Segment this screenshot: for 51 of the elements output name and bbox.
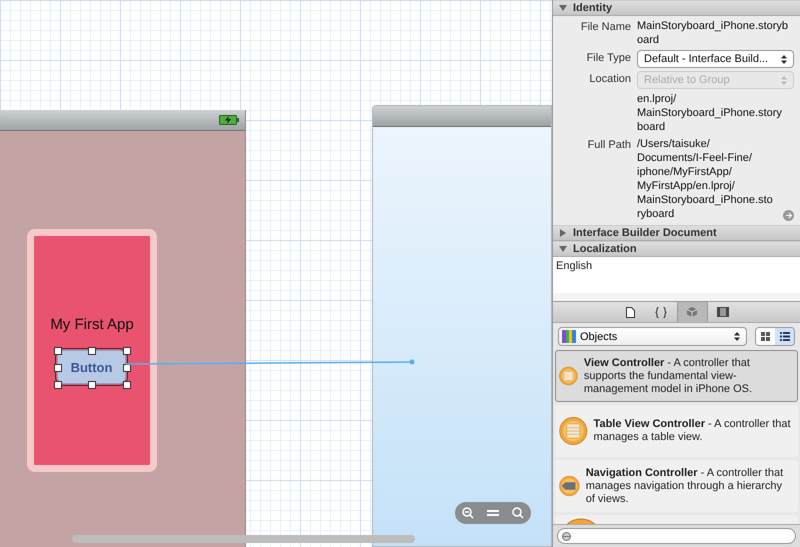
section-header[interactable]: Interface Builder Document: [553, 225, 800, 241]
filter-icon: [562, 532, 571, 540]
resize-handle[interactable]: [123, 381, 131, 389]
section-header[interactable]: Localization: [553, 241, 800, 257]
document-icon: [626, 306, 634, 318]
braces-icon: [655, 306, 667, 318]
library-search-field[interactable]: [557, 528, 796, 544]
library-filter-dropdown[interactable]: Objects: [558, 327, 747, 346]
zoom-in-icon[interactable]: [512, 507, 524, 519]
section-title: Interface Builder Document: [573, 227, 717, 239]
field-value: en.lproj/ MainStoryboard_iPhone.story board: [637, 92, 783, 134]
item-description: Table View Controller - A controller that manages a table view.: [594, 418, 792, 444]
library-item[interactable]: Navigation Controller - A controller that manages navigation through a hierarchy of views.: [555, 460, 798, 512]
library-item[interactable]: Table View Controller - A controller that manages a table view.: [555, 405, 798, 457]
updown-arrows-icon: [781, 76, 787, 84]
horizontal-scrollbar[interactable]: [72, 535, 415, 543]
list-view-button[interactable]: [775, 328, 794, 345]
resize-handle[interactable]: [88, 347, 96, 355]
film-strip-icon: [717, 307, 729, 317]
app-title-label: My First App: [49, 316, 135, 333]
zoom-out-icon[interactable]: [462, 507, 474, 519]
section-title: Localization: [573, 243, 637, 255]
field-label: File Name: [580, 20, 631, 34]
resize-handle[interactable]: [54, 347, 62, 355]
battery-icon: [219, 115, 239, 125]
resize-handle[interactable]: [54, 381, 62, 389]
field-label: File Type: [586, 51, 631, 65]
actual-size-icon[interactable]: [486, 509, 499, 517]
resize-handle[interactable]: [123, 347, 131, 355]
library-item[interactable]: View Controller - A controller that supports the fundamental view-management model in iPhone OS.: [555, 350, 798, 402]
grid-icon: [761, 332, 770, 341]
grid-view-button[interactable]: [756, 328, 775, 345]
field-value: MainStoryboard_iPhone.storyb oard: [637, 19, 790, 47]
field-value: /Users/taisuke/ Documents/I-Feel-Fine/ iphone/MyFirstApp/ MyFirstApp/en.lproj/ MainStoryboard_iPhone.sto ryboard: [637, 137, 773, 221]
updown-arrows-icon: [781, 54, 787, 64]
resize-handle[interactable]: [123, 364, 131, 372]
dropdown[interactable]: Default - Interface Build...: [637, 50, 794, 68]
field-label: Location: [588, 72, 631, 86]
updown-arrows-icon: [734, 332, 740, 341]
section-title: Identity: [573, 2, 612, 14]
app-button[interactable]: Button: [57, 350, 126, 384]
reveal-arrow-icon[interactable]: [783, 210, 794, 221]
resize-handle[interactable]: [54, 364, 62, 372]
field-label: Full Path: [586, 138, 631, 152]
resize-handle[interactable]: [88, 381, 96, 389]
item-description: View Controller - A controller that supports the fundamental view-management model in iPhone OS.: [584, 356, 754, 396]
cube-icon: [686, 306, 698, 318]
item-description: Navigation Controller - A controller that manages navigation through a hierarchy of views.: [586, 466, 784, 506]
list-icon: [780, 332, 790, 341]
section-header[interactable]: Identity: [553, 0, 800, 16]
books-icon: [562, 330, 576, 343]
